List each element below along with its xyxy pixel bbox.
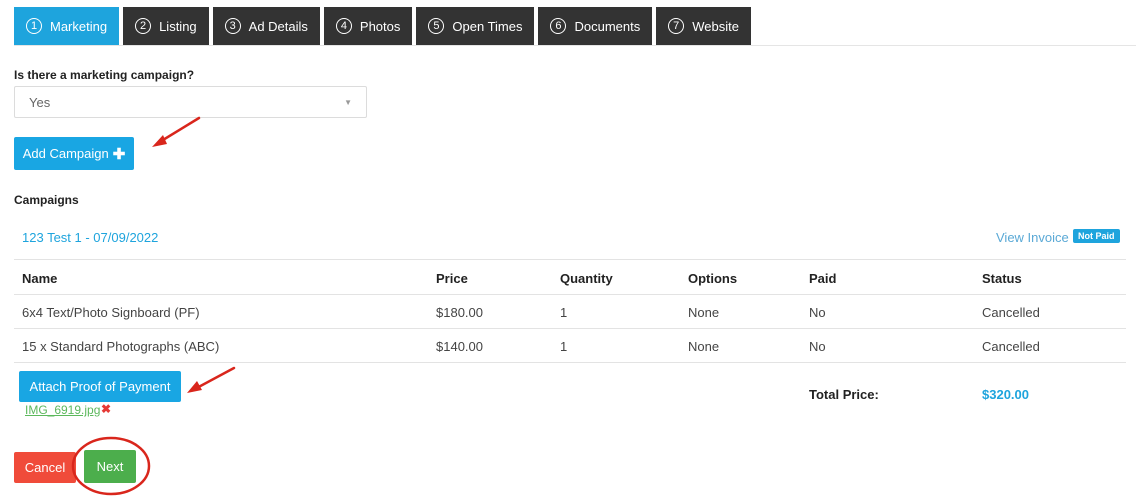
tab-label: Photos: [359, 18, 401, 34]
next-button[interactable]: Next: [84, 450, 136, 483]
total-price-value: $320.00: [982, 387, 1029, 402]
tab-label: Marketing: [50, 18, 108, 34]
table-divider: [14, 328, 1126, 329]
tab-label: Ad Details: [248, 18, 308, 34]
step-number-icon: 6: [550, 18, 567, 34]
table-divider: [14, 362, 1126, 363]
table-divider: [14, 294, 1126, 295]
column-header-quantity: Quantity: [560, 271, 613, 286]
wizard-tabs: 1 Marketing 2 Listing 3 Ad Details 4 Pho…: [14, 7, 751, 45]
tab-label: Documents: [574, 18, 641, 34]
column-header-price: Price: [436, 271, 468, 286]
item-status: Cancelled: [982, 339, 1040, 354]
campaign-question-label: Is there a marketing campaign?: [14, 68, 195, 82]
column-header-options: Options: [688, 271, 738, 286]
tab-label: Website: [692, 18, 739, 34]
tab-open-times[interactable]: 5 Open Times: [416, 7, 535, 45]
item-options: None: [688, 339, 720, 354]
column-header-paid: Paid: [809, 271, 837, 286]
tabs-divider: [14, 45, 1136, 46]
campaigns-heading: Campaigns: [14, 193, 79, 207]
tab-marketing[interactable]: 1 Marketing: [14, 7, 120, 45]
tab-website[interactable]: 7 Website: [656, 7, 751, 45]
tab-listing[interactable]: 2 Listing: [123, 7, 209, 45]
arrow-to-add-campaign: [156, 116, 201, 145]
step-number-icon: 4: [335, 18, 352, 34]
item-quantity: 1: [560, 305, 568, 320]
add-campaign-button[interactable]: Add Campaign ✚: [14, 137, 134, 170]
item-name: 6x4 Text/Photo Signboard (PF): [22, 305, 200, 320]
column-header-status: Status: [982, 271, 1022, 286]
arrow-to-attach-proof: [191, 366, 236, 392]
view-invoice-link[interactable]: View Invoice: [996, 230, 1069, 245]
remove-attachment-icon[interactable]: ✖: [101, 402, 111, 416]
add-campaign-label: Add Campaign: [22, 146, 109, 161]
step-number-icon: 2: [135, 18, 152, 34]
table-divider: [14, 259, 1126, 260]
column-header-name: Name: [22, 271, 58, 286]
arrowhead-icon: [152, 135, 167, 147]
campaign-select-value: Yes: [29, 94, 51, 110]
item-options: None: [688, 305, 720, 320]
tab-documents[interactable]: 6 Documents: [538, 7, 653, 45]
attachment-file-link[interactable]: IMG_6919.jpg: [25, 403, 100, 417]
campaign-title: 123 Test 1 - 07/09/2022: [22, 230, 159, 245]
step-number-icon: 3: [224, 18, 241, 34]
payment-status-badge: Not Paid: [1073, 229, 1120, 243]
cancel-button[interactable]: Cancel: [14, 452, 76, 483]
step-number-icon: 7: [668, 18, 685, 34]
tab-label: Listing: [159, 18, 197, 34]
caret-down-icon: ▼: [344, 97, 352, 107]
step-number-icon: 1: [26, 18, 42, 34]
tab-label: Open Times: [452, 18, 523, 34]
item-price: $140.00: [436, 339, 483, 354]
step-number-icon: 5: [428, 18, 445, 34]
campaign-select[interactable]: Yes ▼: [14, 86, 367, 118]
item-paid: No: [809, 339, 826, 354]
total-price-label: Total Price:: [809, 387, 879, 402]
tab-ad-details[interactable]: 3 Ad Details: [212, 7, 320, 45]
item-name: 15 x Standard Photographs (ABC): [22, 339, 220, 354]
item-paid: No: [809, 305, 826, 320]
plus-icon: ✚: [112, 145, 126, 163]
arrowhead-icon: [187, 381, 202, 393]
tab-photos[interactable]: 4 Photos: [323, 7, 413, 45]
item-quantity: 1: [560, 339, 568, 354]
attach-proof-of-payment-button[interactable]: Attach Proof of Payment: [19, 371, 181, 402]
item-status: Cancelled: [982, 305, 1040, 320]
item-price: $180.00: [436, 305, 483, 320]
